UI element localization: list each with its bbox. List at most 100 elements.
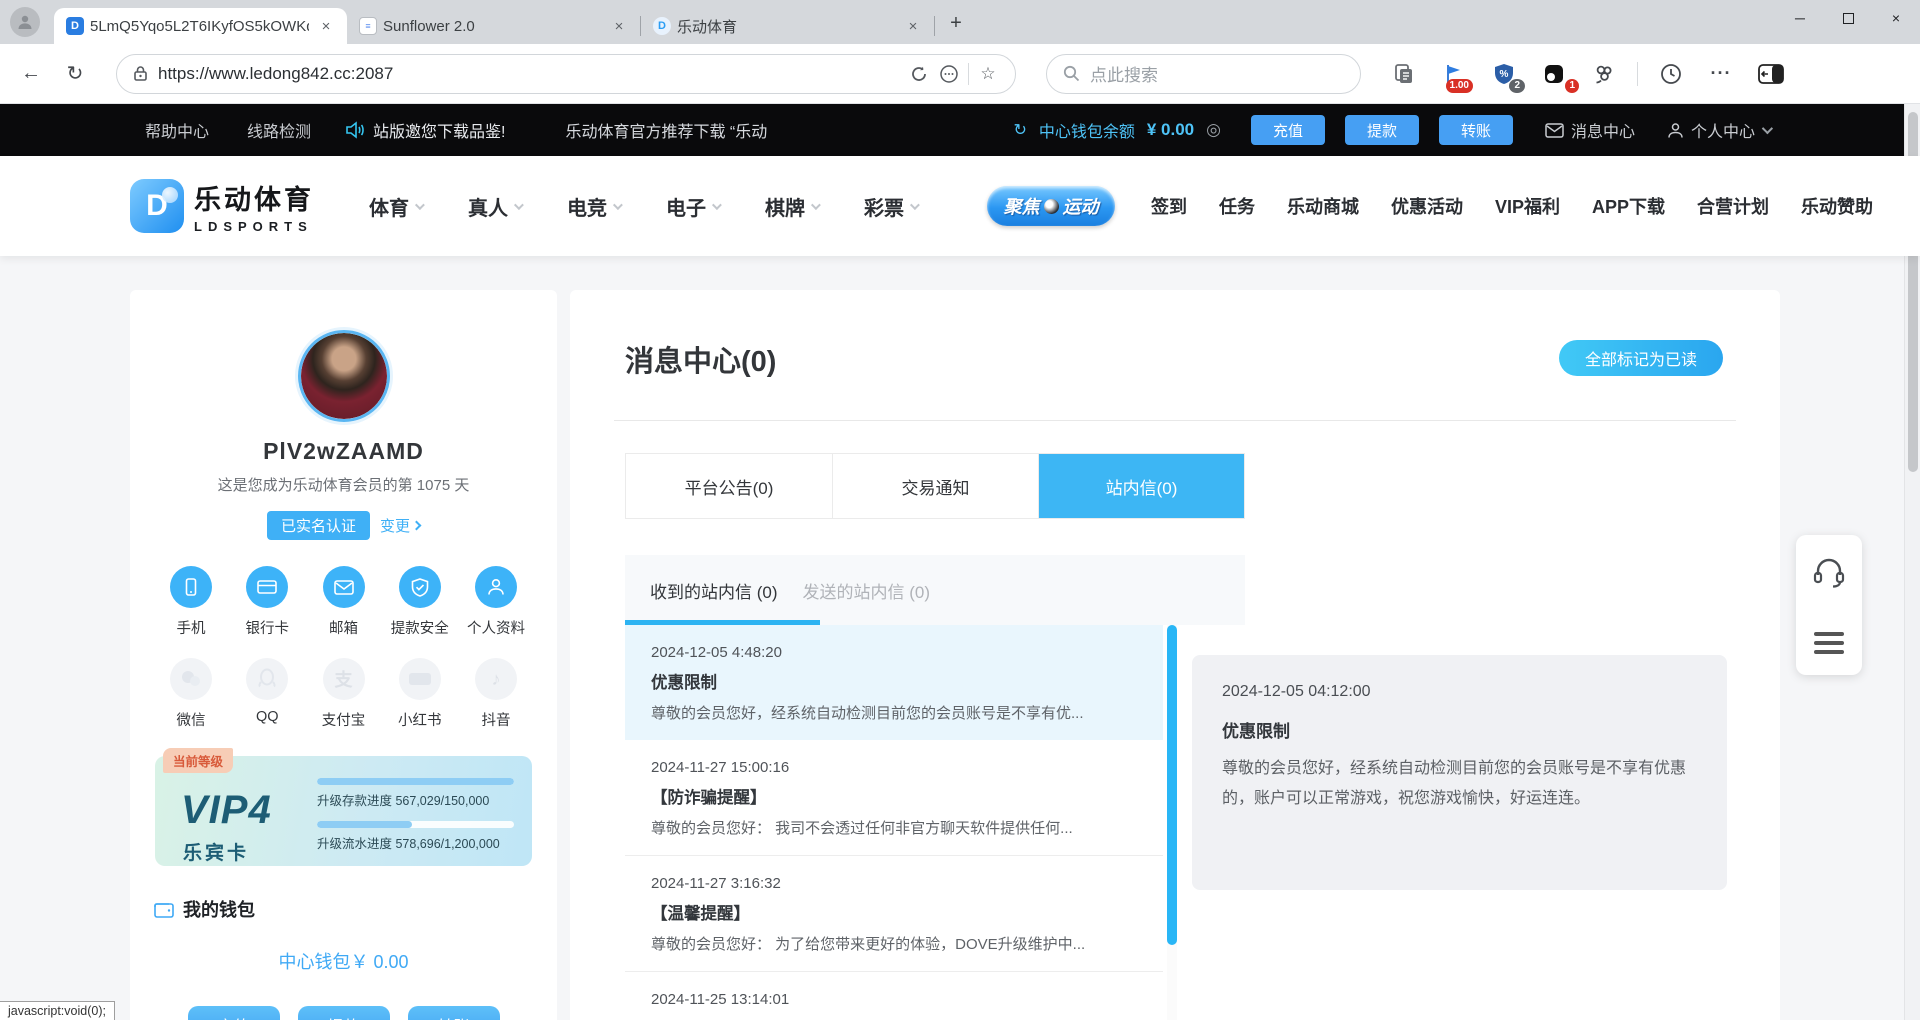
message-item[interactable]: 2024-12-05 4:48:20 优惠限制 尊敬的会员您好，经系统自动检测目…	[625, 625, 1163, 740]
tab-transaction-notices[interactable]: 交易通知	[832, 454, 1038, 518]
extensions-icon[interactable]	[1587, 57, 1621, 91]
link-checkin[interactable]: 签到	[1151, 193, 1187, 219]
line-check-link[interactable]: 线路检测	[247, 118, 311, 142]
user-avatar[interactable]	[298, 330, 390, 422]
scrollbar-thumb[interactable]	[1167, 625, 1177, 945]
withdraw-button[interactable]: 提款	[298, 1006, 390, 1020]
link-mall[interactable]: 乐动商城	[1287, 193, 1359, 219]
link-app-download[interactable]: APP下载	[1592, 193, 1665, 219]
social-icons-row: 微信 QQ 支 支付宝 小红书 ♪ 抖音	[130, 658, 557, 730]
maximize-button[interactable]	[1824, 0, 1872, 36]
minimize-button[interactable]: ─	[1776, 0, 1824, 36]
sidebar-panel-icon[interactable]	[1754, 57, 1788, 91]
change-link[interactable]: 变更	[380, 515, 420, 536]
link-vip[interactable]: VIP福利	[1495, 193, 1560, 219]
mail-icon	[323, 566, 365, 608]
browser-window: D 5LmQ5Yqo5L2T6IKyfOS5kOWKqO × ≡ Sunflow…	[0, 0, 1920, 1020]
binding-bankcard[interactable]: 银行卡	[232, 566, 302, 638]
social-xiaohongshu[interactable]: 小红书	[385, 658, 455, 730]
link-promotions[interactable]: 优惠活动	[1391, 193, 1463, 219]
site-logo[interactable]: D 乐动体育 LDSPORTS	[130, 178, 314, 234]
copy-pages-icon[interactable]	[1387, 57, 1421, 91]
marquee-text: 乐动体育官方推荐下载 “乐动	[565, 118, 825, 142]
favorite-star-icon[interactable]: ☆	[973, 59, 1003, 89]
back-button[interactable]: ←	[14, 57, 48, 91]
turnover-progress-fill	[317, 821, 412, 828]
binding-email[interactable]: 邮箱	[309, 566, 379, 638]
deposit-button[interactable]: 充值	[188, 1006, 280, 1020]
social-wechat[interactable]: 微信	[156, 658, 226, 730]
menu-sports[interactable]: 体育	[369, 192, 422, 221]
site-topbar: 帮助中心 线路检测 站版邀您下载品鉴! 乐动体育官方推荐下载 “乐动 ↻ 中心钱…	[0, 104, 1920, 156]
toggle-balance-visibility-icon[interactable]: ◎	[1206, 120, 1221, 140]
menu-hamburger-icon[interactable]	[1814, 632, 1844, 654]
message-item[interactable]: 2024-11-27 15:00:16 【防诈骗提醒】 尊敬的会员您好： 我司不…	[625, 740, 1163, 855]
refresh-balance-icon[interactable]: ↻	[1013, 120, 1026, 140]
announcement[interactable]: 站版邀您下载品鉴!	[345, 118, 505, 142]
tab-divider	[934, 16, 935, 36]
shield-percent-extension-icon[interactable]: % 2	[1487, 57, 1521, 91]
flag-extension-icon[interactable]: 1.00	[1437, 57, 1471, 91]
new-tab-button[interactable]: +	[941, 8, 971, 38]
tab-platform-announcements[interactable]: 平台公告(0)	[626, 454, 832, 518]
flag-badge: 1.00	[1446, 79, 1473, 93]
link-tasks[interactable]: 任务	[1219, 193, 1255, 219]
personal-center-link[interactable]: 个人中心	[1667, 118, 1770, 142]
more-page-actions-icon[interactable]	[934, 59, 964, 89]
square-extension-icon[interactable]: 1	[1537, 57, 1571, 91]
history-icon[interactable]	[1654, 57, 1688, 91]
message-center-link[interactable]: 消息中心	[1545, 118, 1635, 142]
settings-more-icon[interactable]: ···	[1704, 57, 1738, 91]
transfer-button[interactable]: 转账	[408, 1006, 500, 1020]
ld-favicon-icon: D	[653, 17, 671, 35]
message-item[interactable]: 2024-11-27 3:16:32 【温馨提醒】 尊敬的会员您好： 为了给您带…	[625, 855, 1163, 971]
focus-sports-badge[interactable]: 聚焦运动	[987, 186, 1115, 226]
customer-service-headset-icon[interactable]	[1812, 557, 1846, 589]
menu-lottery[interactable]: 彩票	[864, 192, 917, 221]
close-window-button[interactable]: ×	[1872, 0, 1920, 36]
quick-search-box[interactable]: 点此搜索	[1046, 54, 1361, 94]
deposit-progress-bar	[317, 778, 514, 785]
withdraw-button[interactable]: 提款	[1345, 115, 1419, 145]
reload-button[interactable]: ↻	[58, 57, 92, 91]
wallet-icon	[154, 901, 174, 918]
address-bar[interactable]: https://www.ledong842.cc:2087 ☆	[116, 54, 1016, 94]
menu-chess[interactable]: 棋牌	[765, 192, 818, 221]
binding-withdraw-security[interactable]: 提款安全	[385, 566, 455, 638]
mark-all-read-button[interactable]: 全部标记为已读	[1559, 340, 1723, 376]
url-text[interactable]: https://www.ledong842.cc:2087	[158, 64, 904, 84]
social-douyin[interactable]: ♪ 抖音	[461, 658, 531, 730]
message-list-scrollbar[interactable]	[1167, 625, 1177, 1020]
wallet-balance-amount: ¥ 0.00	[1147, 120, 1194, 140]
tab-sunflower[interactable]: ≡ Sunflower 2.0 ×	[347, 8, 640, 44]
close-tab-icon[interactable]: ×	[902, 15, 924, 37]
subtab-received[interactable]: 收到的站内信 (0)	[650, 555, 778, 625]
window-controls: ─ ×	[1776, 0, 1920, 44]
tab-encoded-title[interactable]: D 5LmQ5Yqo5L2T6IKyfOS5kOWKqO ×	[54, 8, 347, 44]
link-affiliate[interactable]: 合营计划	[1697, 193, 1769, 219]
vip-card[interactable]: 当前等级 VIP4 乐宾卡 升级存款进度 567,029/150,000 升级流…	[155, 756, 532, 866]
menu-live[interactable]: 真人	[468, 192, 521, 221]
binding-profile-info[interactable]: 个人资料	[461, 566, 531, 638]
help-center-link[interactable]: 帮助中心	[145, 118, 209, 142]
tab-site-messages[interactable]: 站内信(0)	[1038, 454, 1244, 518]
browser-profile-button[interactable]	[10, 7, 40, 37]
close-tab-icon[interactable]: ×	[315, 15, 337, 37]
message-item[interactable]: 2024-11-25 13:14:01	[625, 971, 1163, 1020]
social-qq[interactable]: QQ	[232, 658, 302, 730]
transfer-button[interactable]: 转账	[1439, 115, 1513, 145]
detail-title: 优惠限制	[1222, 717, 1697, 742]
tab-ledong[interactable]: D 乐动体育 ×	[641, 8, 934, 44]
circular-arrow-icon[interactable]	[904, 59, 934, 89]
vip-level: VIP4	[181, 788, 272, 833]
deposit-button[interactable]: 充值	[1251, 115, 1325, 145]
close-tab-icon[interactable]: ×	[608, 15, 630, 37]
subtab-sent[interactable]: 发送的站内信 (0)	[803, 555, 931, 625]
social-alipay[interactable]: 支 支付宝	[309, 658, 379, 730]
menu-esports[interactable]: 电竞	[567, 192, 620, 221]
link-sponsorship[interactable]: 乐动赞助	[1801, 193, 1873, 219]
extensions-area: 1.00 % 2 1 ···	[1387, 57, 1788, 91]
menu-slots[interactable]: 电子	[666, 192, 719, 221]
binding-phone[interactable]: 手机	[156, 566, 226, 638]
profile-card: PlV2wZAAMD 这是您成为乐动体育会员的第 1075 天 已实名认证 变更…	[130, 290, 557, 1020]
